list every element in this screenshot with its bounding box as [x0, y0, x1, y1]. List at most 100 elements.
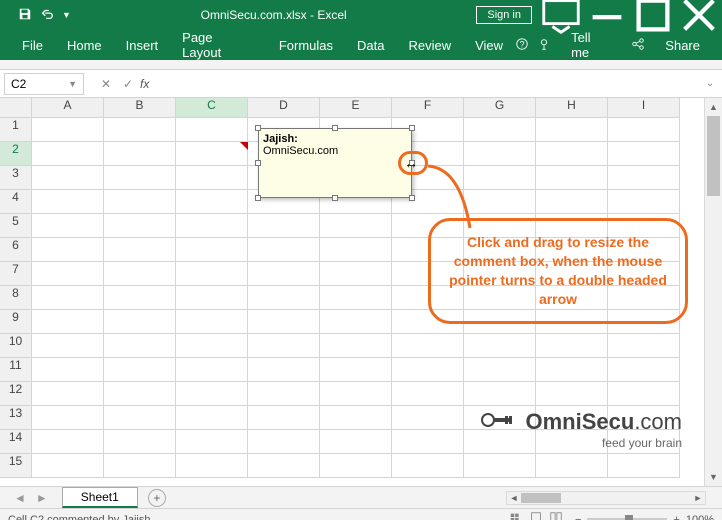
cell[interactable] [176, 334, 248, 358]
row-header[interactable]: 8 [0, 286, 32, 310]
scroll-up-icon[interactable]: ▲ [705, 98, 722, 116]
cell[interactable] [104, 142, 176, 166]
cell[interactable] [176, 238, 248, 262]
cell[interactable] [464, 118, 536, 142]
cell[interactable] [248, 430, 320, 454]
cell[interactable] [176, 406, 248, 430]
cell[interactable] [320, 286, 392, 310]
scrollbar-thumb[interactable] [707, 116, 720, 196]
normal-view-icon[interactable] [509, 511, 523, 520]
name-box[interactable]: C2 ▼ [4, 73, 84, 95]
col-header[interactable]: B [104, 98, 176, 118]
expand-formula-bar-icon[interactable]: ⌄ [702, 78, 718, 89]
scroll-down-icon[interactable]: ▼ [705, 468, 722, 486]
cell[interactable] [104, 262, 176, 286]
cell[interactable] [248, 286, 320, 310]
cell[interactable] [608, 334, 680, 358]
cell[interactable] [176, 310, 248, 334]
cell[interactable] [536, 334, 608, 358]
col-header[interactable]: G [464, 98, 536, 118]
row-header[interactable]: 11 [0, 358, 32, 382]
enter-formula-icon[interactable]: ✓ [118, 74, 138, 94]
cell[interactable] [32, 406, 104, 430]
col-header[interactable]: C [176, 98, 248, 118]
row-header[interactable]: 14 [0, 430, 32, 454]
page-layout-view-icon[interactable] [529, 511, 543, 520]
cell[interactable] [176, 382, 248, 406]
cell[interactable] [176, 214, 248, 238]
cell[interactable] [464, 358, 536, 382]
cell[interactable] [104, 430, 176, 454]
tellme-icon[interactable] [537, 37, 551, 54]
row-header[interactable]: 5 [0, 214, 32, 238]
cell[interactable] [32, 262, 104, 286]
cell[interactable] [32, 118, 104, 142]
cell[interactable] [32, 454, 104, 478]
cell[interactable] [104, 310, 176, 334]
cell[interactable] [536, 358, 608, 382]
scroll-right-icon[interactable]: ► [691, 493, 705, 503]
cell[interactable] [320, 262, 392, 286]
cell[interactable] [104, 238, 176, 262]
cell[interactable] [248, 238, 320, 262]
cell[interactable] [248, 334, 320, 358]
cell[interactable] [392, 454, 464, 478]
select-all-corner[interactable] [0, 98, 32, 118]
cell[interactable] [392, 430, 464, 454]
cell[interactable] [32, 382, 104, 406]
cell[interactable] [392, 334, 464, 358]
cell[interactable] [176, 166, 248, 190]
scrollbar-thumb[interactable] [521, 493, 561, 503]
resize-handle[interactable] [332, 125, 338, 131]
col-header[interactable]: E [320, 98, 392, 118]
tab-file[interactable]: File [10, 32, 55, 59]
cell[interactable] [536, 142, 608, 166]
col-header[interactable]: A [32, 98, 104, 118]
sheet-nav-prev-icon[interactable]: ◄ [14, 491, 26, 505]
cell[interactable] [176, 142, 248, 166]
chevron-down-icon[interactable]: ▼ [68, 79, 77, 89]
cell[interactable] [464, 454, 536, 478]
cell[interactable] [176, 358, 248, 382]
cell[interactable] [104, 190, 176, 214]
tab-insert[interactable]: Insert [114, 32, 171, 59]
share-button[interactable]: Share [653, 32, 712, 59]
cell[interactable] [608, 142, 680, 166]
cell[interactable] [320, 214, 392, 238]
resize-handle[interactable] [409, 195, 415, 201]
cell[interactable] [248, 406, 320, 430]
cell[interactable] [248, 358, 320, 382]
cell[interactable] [176, 286, 248, 310]
tab-page-layout[interactable]: Page Layout [170, 24, 267, 66]
row-header[interactable]: 15 [0, 454, 32, 478]
row-header[interactable]: 2 [0, 142, 32, 166]
tab-view[interactable]: View [463, 32, 515, 59]
cell[interactable] [104, 334, 176, 358]
cell[interactable] [320, 454, 392, 478]
comment-indicator-icon[interactable] [240, 142, 248, 150]
cell[interactable] [320, 310, 392, 334]
qat-dropdown-icon[interactable]: ▼ [62, 10, 71, 20]
row-header[interactable]: 13 [0, 406, 32, 430]
cell[interactable] [32, 214, 104, 238]
cell[interactable] [320, 382, 392, 406]
cell[interactable] [608, 166, 680, 190]
cell[interactable] [320, 238, 392, 262]
cell[interactable] [32, 166, 104, 190]
tell-me[interactable]: Tell me [559, 24, 623, 66]
resize-handle[interactable] [332, 195, 338, 201]
cell[interactable] [608, 358, 680, 382]
horizontal-scrollbar[interactable]: ◄ ► [506, 491, 706, 505]
cell[interactable] [392, 358, 464, 382]
cell[interactable] [320, 358, 392, 382]
resize-handle[interactable] [255, 160, 261, 166]
vertical-scrollbar[interactable]: ▲ ▼ [704, 98, 722, 486]
cell[interactable] [176, 430, 248, 454]
add-sheet-button[interactable]: + [148, 489, 166, 507]
save-icon[interactable] [18, 7, 32, 24]
cell[interactable] [608, 454, 680, 478]
cell[interactable] [536, 166, 608, 190]
sign-in-button[interactable]: Sign in [476, 6, 532, 24]
row-header[interactable]: 4 [0, 190, 32, 214]
cell[interactable] [104, 454, 176, 478]
